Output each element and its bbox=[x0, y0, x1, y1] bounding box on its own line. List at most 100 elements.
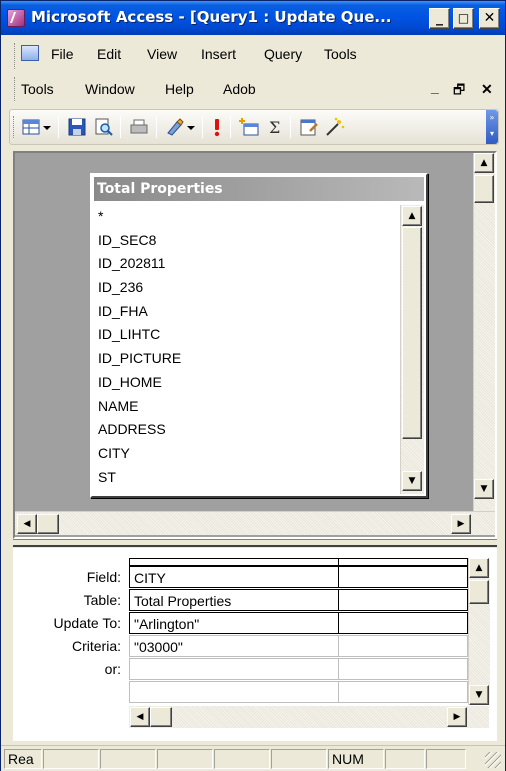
grid-cell-table-2[interactable] bbox=[338, 589, 468, 611]
menubar-grip[interactable] bbox=[14, 43, 17, 69]
view-dropdown-arrow-icon[interactable] bbox=[42, 116, 52, 138]
field-list-scroll-thumb[interactable] bbox=[402, 227, 422, 439]
grid-cell-or-2[interactable] bbox=[338, 658, 468, 680]
column-selector-2[interactable] bbox=[338, 558, 468, 566]
minimize-button[interactable]: _ bbox=[429, 8, 450, 29]
query-type-view-icon[interactable] bbox=[20, 116, 42, 138]
row-label-field: Field: bbox=[86, 569, 121, 585]
upper-scroll-up-button[interactable]: ▲ bbox=[474, 153, 494, 173]
upper-scroll-right-button[interactable]: ▶ bbox=[451, 514, 471, 534]
toolbar-separator bbox=[290, 116, 291, 138]
grid-cell-field-2[interactable] bbox=[338, 566, 468, 588]
field-list-item[interactable]: NAME bbox=[96, 395, 396, 419]
status-pane-empty bbox=[214, 749, 270, 769]
toolbar-separator bbox=[58, 116, 59, 138]
status-pane-empty bbox=[426, 749, 466, 769]
query-design-toolbar: Σ » ▾ bbox=[9, 109, 499, 145]
field-list-item[interactable]: * bbox=[96, 205, 396, 229]
upper-scroll-thumb[interactable] bbox=[474, 175, 494, 203]
totals-icon[interactable]: Σ bbox=[264, 116, 286, 138]
menu-view[interactable]: View bbox=[147, 45, 177, 63]
maximize-button[interactable]: □ bbox=[453, 8, 474, 29]
field-list-title[interactable]: Total Properties bbox=[94, 177, 424, 201]
title-bar[interactable]: Microsoft Access - [Query1 : Update Que.… bbox=[1, 1, 505, 35]
row-label-table: Table: bbox=[83, 592, 121, 608]
toolbar-options-icon[interactable]: » ▾ bbox=[486, 110, 498, 144]
field-list-item[interactable]: ID_202811 bbox=[96, 252, 396, 276]
status-pane-empty bbox=[271, 749, 327, 769]
doc-minimize-button[interactable]: _ bbox=[431, 78, 439, 96]
doc-restore-button[interactable]: 🗗 bbox=[453, 81, 465, 99]
menu-file[interactable]: File bbox=[51, 45, 74, 63]
field-list-item[interactable]: CITY bbox=[96, 442, 396, 466]
doc-close-button[interactable]: ✕ bbox=[481, 80, 493, 98]
design-grid-pane: Field: Table: Update To: Criteria: or: C… bbox=[13, 548, 497, 741]
field-list-item[interactable]: ID_FHA bbox=[96, 300, 396, 324]
show-table-icon[interactable] bbox=[238, 116, 260, 138]
field-list-scroll-down-button[interactable]: ▼ bbox=[402, 471, 422, 491]
menu-insert[interactable]: Insert bbox=[201, 45, 236, 63]
grid-cell-criteria-2[interactable] bbox=[338, 635, 468, 657]
upper-pane-hscrollbar[interactable]: ◀ ▶ bbox=[15, 511, 495, 535]
column-selector-1[interactable] bbox=[129, 558, 339, 566]
print-preview-icon[interactable] bbox=[92, 116, 114, 138]
upper-hscroll-thumb[interactable] bbox=[37, 514, 59, 534]
query-tables-pane[interactable]: Total Properties * ID_SEC8 ID_202811 ID_… bbox=[13, 151, 497, 539]
menubar-grip-2[interactable] bbox=[14, 77, 17, 101]
field-list-scrollbar[interactable]: ▲ ▼ bbox=[400, 205, 424, 494]
menu-tools-2[interactable]: Tools bbox=[21, 80, 54, 98]
grid-scroll-left-button[interactable]: ◀ bbox=[130, 707, 150, 727]
menu-window[interactable]: Window bbox=[85, 80, 135, 98]
grid-cell-extra-2[interactable] bbox=[338, 681, 468, 703]
print-icon[interactable] bbox=[128, 116, 150, 138]
access-app-icon[interactable] bbox=[7, 9, 25, 27]
status-pane-empty bbox=[385, 749, 425, 769]
run-icon[interactable] bbox=[210, 116, 224, 138]
save-icon[interactable] bbox=[66, 116, 88, 138]
menu-help[interactable]: Help bbox=[165, 80, 194, 98]
grid-scroll-right-button[interactable]: ▶ bbox=[447, 707, 467, 727]
field-list-item[interactable]: ID_HOME bbox=[96, 371, 396, 395]
resize-grip-icon[interactable] bbox=[485, 752, 501, 768]
grid-cell-criteria[interactable]: "03000" bbox=[129, 635, 339, 657]
toolbar-grip[interactable] bbox=[13, 116, 16, 138]
build-icon[interactable] bbox=[324, 116, 346, 138]
menu-query[interactable]: Query bbox=[264, 45, 302, 63]
upper-scroll-left-button[interactable]: ◀ bbox=[17, 514, 37, 534]
grid-cell-update-to[interactable]: "Arlington" bbox=[129, 612, 339, 634]
field-list-item[interactable]: ID_236 bbox=[96, 276, 396, 300]
grid-cell-table[interactable]: Total Properties bbox=[129, 589, 339, 611]
grid-cell-extra[interactable] bbox=[129, 681, 339, 703]
field-list-item[interactable]: ID_PICTURE bbox=[96, 347, 396, 371]
status-pane-empty bbox=[100, 749, 156, 769]
grid-scroll-up-button[interactable]: ▲ bbox=[469, 558, 489, 578]
grid-vscrollbar[interactable]: ▲ ▼ bbox=[468, 558, 490, 705]
query-type-dropdown-arrow-icon[interactable] bbox=[186, 116, 196, 138]
window-title: Microsoft Access - [Query1 : Update Que.… bbox=[31, 8, 392, 26]
field-list-item[interactable]: ADDRESS bbox=[96, 418, 396, 442]
field-list-window[interactable]: Total Properties * ID_SEC8 ID_202811 ID_… bbox=[90, 173, 428, 498]
menu-adobe[interactable]: Adob bbox=[223, 80, 256, 98]
field-list-item[interactable]: ST bbox=[96, 466, 396, 490]
grid-hscroll-thumb[interactable] bbox=[150, 707, 172, 727]
menu-edit[interactable]: Edit bbox=[97, 45, 121, 63]
grid-cell-or[interactable] bbox=[129, 658, 339, 680]
field-list-item[interactable]: ID_SEC8 bbox=[96, 229, 396, 253]
query-type-icon[interactable] bbox=[164, 116, 186, 138]
grid-hscrollbar[interactable]: ◀ ▶ bbox=[129, 706, 489, 728]
grid-cell-field[interactable]: CITY bbox=[129, 566, 339, 588]
properties-icon[interactable] bbox=[298, 116, 320, 138]
upper-scroll-down-button[interactable]: ▼ bbox=[474, 479, 494, 499]
grid-scroll-down-button[interactable]: ▼ bbox=[469, 685, 489, 705]
field-list-item[interactable]: ID_LIHTC bbox=[96, 323, 396, 347]
query-document-icon[interactable] bbox=[21, 45, 39, 61]
grid-scroll-thumb[interactable] bbox=[469, 580, 489, 604]
upper-pane-vscrollbar[interactable]: ▲ ▼ bbox=[473, 153, 495, 511]
field-list: * ID_SEC8 ID_202811 ID_236 ID_FHA ID_LIH… bbox=[96, 205, 396, 489]
pane-splitter[interactable] bbox=[13, 539, 497, 547]
menu-bar: File Edit View Insert Query Tools Tools … bbox=[1, 35, 505, 105]
field-list-scroll-up-button[interactable]: ▲ bbox=[402, 206, 422, 226]
menu-tools[interactable]: Tools bbox=[324, 45, 357, 63]
close-button[interactable]: ✕ bbox=[479, 8, 500, 29]
grid-cell-update-to-2[interactable] bbox=[338, 612, 468, 634]
